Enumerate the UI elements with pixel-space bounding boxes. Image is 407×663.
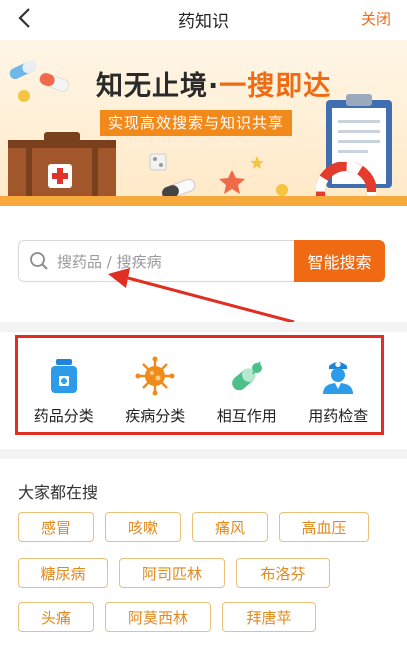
smart-search-button[interactable]: 智能搜索: [294, 240, 385, 282]
page-title: 药知识: [178, 11, 229, 32]
search-tag[interactable]: 拜唐苹: [222, 602, 316, 632]
search-icon: [30, 252, 48, 270]
banner-headline-separator: ·: [208, 71, 220, 102]
top-bar: 药知识 关闭: [0, 0, 407, 38]
search-tag[interactable]: 高血压: [279, 512, 369, 542]
search-tag[interactable]: 头痛: [18, 602, 94, 632]
annotation-highlight-box: [15, 335, 384, 435]
search-placeholder: 搜药品 / 搜疾病: [57, 252, 162, 271]
medical-kit-icon: [8, 132, 116, 202]
banner-headline-part2: 一搜即达: [219, 71, 332, 102]
search-tag[interactable]: 咳嗽: [105, 512, 181, 542]
search-tag[interactable]: 痛风: [192, 512, 268, 542]
banner-headline-part1: 知无止境: [96, 71, 208, 102]
search-tag[interactable]: 阿司匹林: [119, 558, 225, 588]
hero-banner: 知无止境·一搜即达 实现高效搜索与知识共享: [0, 40, 407, 206]
search-input[interactable]: 搜药品 / 搜疾病: [18, 240, 295, 282]
chevron-left-icon[interactable]: [12, 4, 36, 32]
close-button[interactable]: 关闭: [361, 8, 391, 29]
section-divider: [0, 322, 407, 332]
search-tag[interactable]: 感冒: [18, 512, 94, 542]
section-divider: [0, 449, 407, 459]
search-tag[interactable]: 阿莫西林: [105, 602, 211, 632]
search-tag[interactable]: 糖尿病: [18, 558, 108, 588]
popular-searches-title: 大家都在搜: [18, 483, 99, 502]
banner-bottom-stripe: [0, 196, 407, 206]
banner-subtitle: 实现高效搜索与知识共享: [100, 110, 293, 136]
banner-headline: 知无止境·一搜即达: [96, 64, 331, 103]
pills-icon: [9, 60, 70, 102]
search-bar: 搜药品 / 搜疾病 智能搜索: [18, 240, 385, 284]
search-tag[interactable]: 布洛芬: [236, 558, 330, 588]
